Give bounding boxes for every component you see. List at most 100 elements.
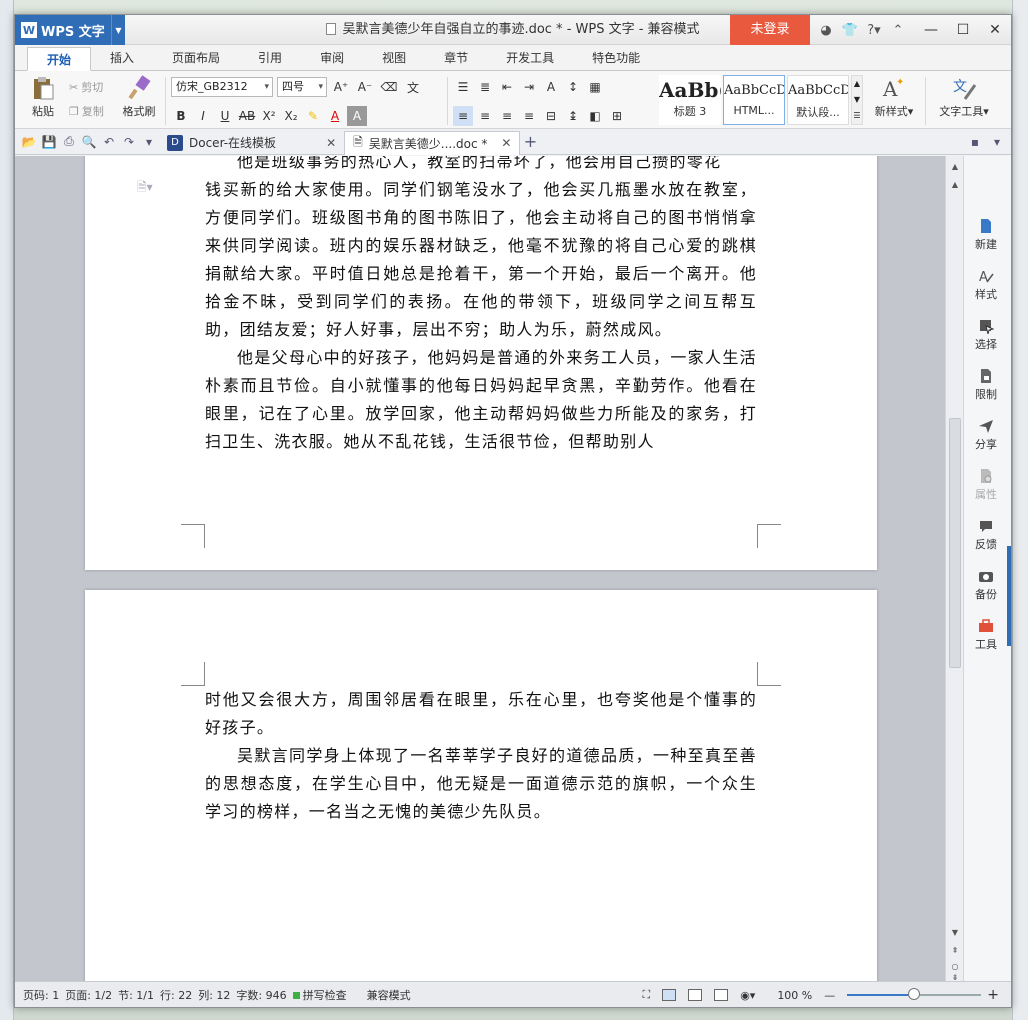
close-tab-icon[interactable]: ✕: [501, 136, 511, 150]
superscript-icon[interactable]: X²: [259, 106, 279, 126]
tab-menu-icon[interactable]: ▾: [987, 132, 1007, 152]
cut-button[interactable]: ✂ 剪切: [69, 75, 104, 99]
shrink-font-icon[interactable]: A⁻: [355, 77, 375, 97]
highlight-icon[interactable]: ✎: [303, 106, 323, 126]
sidebar-item-select[interactable]: 选择: [964, 318, 1008, 352]
maximize-icon[interactable]: ☐: [947, 15, 979, 45]
tab-review[interactable]: 审阅: [301, 46, 363, 70]
vertical-scrollbar[interactable]: ▲ ▲ ▼ ⇞ ○ ⇟: [945, 156, 963, 982]
font-size-select[interactable]: 四号: [277, 77, 327, 97]
customize-dropdown-icon[interactable]: ▾: [139, 132, 159, 152]
status-page-num[interactable]: 页码: 1: [23, 987, 59, 1003]
font-name-select[interactable]: 仿宋_GB2312: [171, 77, 273, 97]
tab-home[interactable]: 开始: [27, 47, 92, 71]
format-painter-button[interactable]: 格式刷: [117, 75, 161, 119]
sidebar-item-feedback[interactable]: 反馈: [964, 518, 1008, 552]
char-shading-icon[interactable]: A: [347, 106, 367, 126]
feedback-icon[interactable]: ◕: [815, 19, 837, 41]
numbering-icon[interactable]: ≣: [475, 77, 495, 97]
line-spacing-icon[interactable]: ↨: [563, 106, 583, 126]
page-view-icon[interactable]: [662, 989, 677, 1001]
borders-icon[interactable]: ⊞: [607, 106, 627, 126]
zoom-out-icon[interactable]: —: [824, 989, 835, 1002]
text-direction-icon[interactable]: A: [541, 77, 561, 97]
align-right-icon[interactable]: ≡: [497, 106, 517, 126]
sidebar-item-styles[interactable]: A 样式: [964, 268, 1008, 302]
style-heading3[interactable]: AaBb( 标题 3: [659, 75, 721, 125]
align-left-icon[interactable]: ≡: [453, 106, 473, 126]
document-area[interactable]: 🗎▾ 他是班级事务的热心人，教室的扫帚坏了，他会用自己攒的零花 钱买新的给大家使…: [15, 156, 963, 982]
doc-tab-active[interactable]: 🗎 吴默言美德少....doc * ✕: [344, 130, 521, 155]
font-color-icon[interactable]: A: [325, 106, 345, 126]
tab-view[interactable]: 视图: [363, 46, 425, 70]
decrease-indent-icon[interactable]: ⇤: [497, 77, 517, 97]
tab-references[interactable]: 引用: [239, 46, 301, 70]
page-2[interactable]: 时他又会很大方，周围邻居看在眼里，乐在心里，也夸奖他是个懂事的好孩子。 吴默言同…: [85, 590, 877, 982]
paragraph[interactable]: 吴默言同学身上体现了一名莘莘学子良好的道德品质，一种至真至善的思想态度，在学生心…: [205, 742, 757, 826]
new-tab-icon[interactable]: +: [520, 132, 540, 152]
zoom-slider-knob[interactable]: [908, 988, 921, 1000]
status-word-count[interactable]: 字数: 946: [236, 987, 286, 1003]
status-pages[interactable]: 页面: 1/2: [65, 987, 112, 1003]
paste-button[interactable]: 粘贴: [21, 75, 65, 119]
minimize-icon[interactable]: —: [915, 15, 947, 45]
scroll-up-icon[interactable]: ▲: [946, 158, 964, 174]
doc-tab-docer[interactable]: D Docer-在线模板 ✕: [159, 131, 344, 155]
page-2-text[interactable]: 时他又会很大方，周围邻居看在眼里，乐在心里，也夸奖他是个懂事的好孩子。 吴默言同…: [205, 686, 757, 826]
sidebar-item-backup[interactable]: 备份: [964, 568, 1008, 602]
login-button[interactable]: 未登录: [730, 15, 810, 45]
sidebar-item-properties[interactable]: 属性: [964, 468, 1008, 502]
tab-developer[interactable]: 开发工具: [487, 46, 573, 70]
reading-mode-icon[interactable]: ◉▾: [740, 989, 755, 1002]
sidebar-item-new[interactable]: 新建: [964, 218, 1008, 252]
scroll-down-icon[interactable]: ▼: [946, 924, 964, 940]
outline-view-icon[interactable]: [688, 989, 703, 1001]
justify-icon[interactable]: ≡: [519, 106, 539, 126]
copy-button[interactable]: ❐ 复制: [69, 99, 104, 123]
help-icon[interactable]: ?▾: [863, 19, 885, 41]
scroll-thumb[interactable]: [949, 418, 961, 668]
paragraph-mark-icon[interactable]: 🗎▾: [137, 178, 153, 199]
print-preview-icon[interactable]: 🔍: [79, 132, 99, 152]
text-tools-button[interactable]: 文 文字工具▾: [933, 75, 995, 119]
bullets-icon[interactable]: ☰: [453, 77, 473, 97]
page-1[interactable]: 🗎▾ 他是班级事务的热心人，教室的扫帚坏了，他会用自己攒的零花 钱买新的给大家使…: [85, 156, 877, 570]
underline-icon[interactable]: U: [215, 106, 235, 126]
status-spell-check[interactable]: 拼写检查: [292, 987, 353, 1003]
chevron-down-icon[interactable]: ▼: [111, 15, 125, 45]
status-section[interactable]: 节: 1/1: [118, 987, 154, 1003]
sidebar-item-share[interactable]: 分享: [964, 418, 1008, 452]
distributed-icon[interactable]: ⊟: [541, 106, 561, 126]
grow-font-icon[interactable]: A⁺: [331, 77, 351, 97]
web-view-icon[interactable]: [714, 989, 729, 1001]
tab-page-layout[interactable]: 页面布局: [153, 46, 239, 70]
subscript-icon[interactable]: X₂: [281, 106, 301, 126]
bold-icon[interactable]: B: [171, 106, 191, 126]
paragraph[interactable]: 他是班级事务的热心人，教室的扫帚坏了，他会用自己攒的零花: [205, 156, 757, 176]
paragraph[interactable]: 钱买新的给大家使用。同学们钢笔没水了，他会买几瓶墨水放在教室，方便同学们。班级图…: [205, 176, 757, 344]
redo-icon[interactable]: ↷: [119, 132, 139, 152]
print-icon[interactable]: ⎙: [59, 132, 79, 152]
italic-icon[interactable]: I: [193, 106, 213, 126]
clear-format-icon[interactable]: ⌫: [379, 77, 399, 97]
new-style-button[interactable]: A ✦ 新样式▾: [867, 75, 921, 119]
collapse-ribbon-icon[interactable]: ⌃: [887, 19, 909, 41]
paragraph[interactable]: 他是父母心中的好孩子，他妈妈是普通的外来务工人员，一家人生活朴素而且节俭。自小就…: [205, 344, 757, 456]
undo-icon[interactable]: ↶: [99, 132, 119, 152]
zoom-in-icon[interactable]: +: [987, 987, 999, 1003]
tab-list-icon[interactable]: ▪: [965, 132, 985, 152]
phonetic-guide-icon[interactable]: 文: [403, 77, 423, 97]
close-icon[interactable]: ✕: [979, 15, 1011, 45]
zoom-slider[interactable]: [847, 988, 982, 1000]
open-icon[interactable]: 📂: [19, 132, 39, 152]
align-center-icon[interactable]: ≡: [475, 106, 495, 126]
fullscreen-view-icon[interactable]: ⛶: [642, 988, 650, 1002]
skin-icon[interactable]: 👕: [839, 19, 861, 41]
sidebar-item-restrict[interactable]: 限制: [964, 368, 1008, 402]
scroll-up-small-icon[interactable]: ▲: [946, 176, 964, 192]
styles-scroll[interactable]: ▲ ▼ ☰: [851, 75, 863, 125]
style-html[interactable]: AaBbCcDd HTML...: [723, 75, 785, 125]
tab-insert[interactable]: 插入: [91, 46, 153, 70]
page-1-text[interactable]: 他是班级事务的热心人，教室的扫帚坏了，他会用自己攒的零花 钱买新的给大家使用。同…: [205, 156, 757, 456]
prev-page-icon[interactable]: ⇞: [946, 942, 964, 958]
